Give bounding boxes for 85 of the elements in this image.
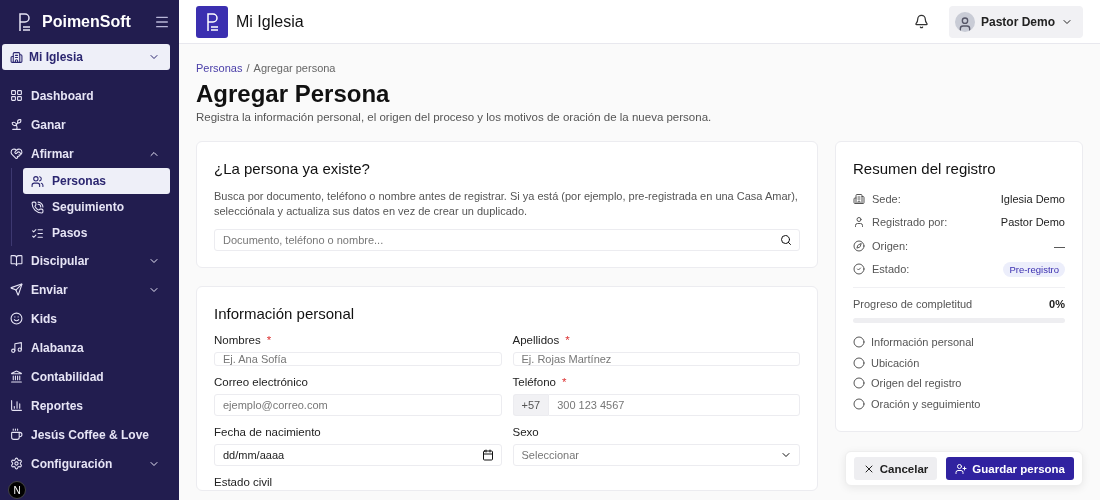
input-field[interactable]: ejemplo@correo.com	[214, 394, 502, 416]
summary-label: Sede:	[872, 192, 902, 205]
sprout-icon	[10, 118, 23, 131]
field-label: Apellidos *	[512, 333, 571, 348]
church-selector[interactable]: Mi Iglesia	[2, 44, 170, 70]
save-button[interactable]: Guardar persona	[946, 457, 1074, 480]
building-icon	[10, 50, 23, 64]
country-code: +57	[512, 394, 549, 416]
card-title: ¿La persona ya existe?	[214, 159, 371, 179]
grid-icon	[10, 89, 23, 102]
checklist-item: Ubicación	[871, 356, 920, 369]
field-label: Sexo	[512, 425, 540, 440]
card-title: Resumen del registro	[853, 159, 997, 179]
status-badge: Pre-registro	[1003, 261, 1065, 277]
page-title: Agregar Persona	[196, 79, 391, 109]
select-field[interactable]: Seleccionar	[512, 444, 800, 466]
nav-subitem[interactable]: Pasos	[23, 220, 170, 246]
checklist-item: Origen del registro	[871, 377, 962, 390]
nav-item[interactable]: Dashboard	[2, 81, 170, 110]
dev-badge[interactable]: N	[8, 481, 26, 499]
breadcrumb-current: Agregar persona	[253, 62, 336, 74]
notifications-button[interactable]	[913, 14, 929, 29]
checklist-icon	[31, 226, 44, 240]
coffee-icon	[10, 428, 23, 441]
progress-label: Progreso de completitud	[853, 298, 973, 310]
logo-icon	[204, 10, 220, 33]
page-subtitle: Registra la información personal, el origen del proceso y los motivos de oración de la nueva persona.	[196, 110, 713, 125]
settings-icon	[10, 457, 23, 470]
send-icon	[10, 283, 23, 296]
summary-value: Iglesia Demo	[1000, 192, 1065, 205]
nav-item[interactable]: Reportes	[2, 391, 170, 420]
calendar-icon[interactable]	[481, 449, 494, 461]
nav-item[interactable]: Alabanza	[2, 333, 170, 362]
nav-subitem[interactable]: Seguimiento	[23, 194, 170, 220]
nav-item[interactable]: Discipular	[2, 246, 170, 275]
phone-icon	[31, 200, 44, 214]
field-label: Teléfono *	[512, 375, 568, 390]
search-icon	[780, 234, 792, 246]
nav-item[interactable]: Afirmar	[2, 139, 170, 168]
checklist-item: Información personal	[871, 336, 974, 349]
nav-subitem[interactable]: Personas	[23, 168, 170, 194]
date-field[interactable]: dd/mm/aaaa	[214, 444, 502, 466]
field-label: Fecha de nacimiento	[214, 425, 322, 440]
smile-icon	[10, 312, 23, 325]
nav-item[interactable]: Kids	[2, 304, 170, 333]
header-title: Mi Iglesia	[236, 12, 305, 31]
field-label: Estado civil	[214, 475, 274, 490]
summary-label: Registrado por:	[872, 216, 949, 229]
nav-item[interactable]: Enviar	[2, 275, 170, 304]
book-icon	[10, 254, 23, 267]
bank-icon	[10, 370, 23, 383]
summary-value: Pastor Demo	[1000, 216, 1065, 229]
brand-name: PoimenSoft	[42, 13, 132, 31]
user-plus-icon	[955, 462, 968, 475]
check-circle-icon	[853, 263, 865, 276]
nav-item[interactable]: Ganar	[2, 110, 170, 139]
music-icon	[10, 341, 23, 354]
field-label: Correo electrónico	[214, 375, 309, 390]
compass-icon	[853, 239, 865, 252]
summary-value: —	[1054, 239, 1065, 252]
avatar-icon	[954, 11, 975, 32]
bar-chart-icon	[10, 399, 23, 412]
input-field[interactable]: Ej. Rojas Martínez	[512, 352, 800, 366]
nav-item[interactable]: Jesús Coffee & Love	[2, 420, 170, 449]
building-icon	[853, 192, 865, 205]
logo-icon	[16, 11, 32, 33]
checklist-item: Oración y seguimiento	[871, 397, 981, 410]
summary-label: Estado:	[872, 263, 911, 276]
breadcrumb-link[interactable]: Personas	[196, 62, 243, 74]
input-field[interactable]: Ej. Ana Sofía	[214, 352, 502, 366]
user-icon	[853, 216, 865, 229]
breadcrumb-separator: /	[246, 62, 250, 74]
field-label: Nombres *	[214, 333, 273, 348]
card-title: Información personal	[214, 304, 356, 324]
cancel-button[interactable]: Cancelar	[853, 457, 938, 480]
search-field[interactable]: Documento, teléfono o nombre...	[214, 229, 800, 251]
phone-field[interactable]: 300 123 4567	[548, 394, 800, 416]
progress-reading: 0%	[1049, 298, 1065, 310]
nav-item[interactable]: Configuración	[2, 449, 170, 478]
user-menu[interactable]: Pastor Demo	[948, 5, 1083, 38]
summary-label: Origen:	[872, 239, 910, 252]
nav-item[interactable]: Contabilidad	[2, 362, 170, 391]
card-description: Busca por documento, teléfono o nombre antes de registrar. Si ya está (por ejemplo, pre-registrada en una Casa Amar), selecciónala y actualiza sus datos en vez de crear un duplicado.	[214, 189, 799, 219]
users-icon	[31, 174, 44, 188]
menu-icon[interactable]	[154, 14, 170, 30]
